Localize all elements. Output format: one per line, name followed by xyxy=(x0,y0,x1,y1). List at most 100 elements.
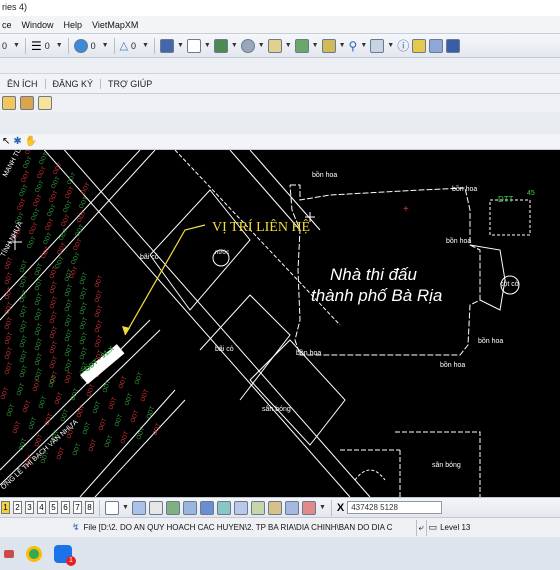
lot-label: ODT xyxy=(40,246,51,260)
lot-label: ODT xyxy=(79,286,89,300)
layers-icon[interactable] xyxy=(321,38,336,53)
chevron-down-icon[interactable]: ▼ xyxy=(360,42,367,49)
lot-label: ODT xyxy=(94,274,104,288)
chevron-down-icon[interactable]: ▼ xyxy=(204,42,211,49)
view-tab-6[interactable]: 6 xyxy=(61,501,70,514)
lot-label: ODT xyxy=(114,413,124,427)
chevron-down-icon[interactable]: ▼ xyxy=(339,42,346,49)
snap-icon[interactable] xyxy=(131,500,146,515)
lot-label: ODT xyxy=(94,304,104,318)
chevron-down-icon[interactable]: ▼ xyxy=(312,42,319,49)
lot-label: ODT xyxy=(60,214,71,228)
scale-icon[interactable] xyxy=(250,500,265,515)
refresh-icon[interactable] xyxy=(2,96,16,110)
status-bar: ↯ File [D:\2. DO AN QUY HOACH CAC HUYEN\… xyxy=(0,517,560,537)
chevron-down-icon[interactable]: ▼ xyxy=(122,504,129,511)
lot-label: ODT xyxy=(4,271,14,285)
app-icon[interactable] xyxy=(4,549,14,558)
chevron-down-icon[interactable]: ▼ xyxy=(102,42,109,49)
view-tab-2[interactable]: 2 xyxy=(13,501,22,514)
chevron-down-icon[interactable]: ▼ xyxy=(177,42,184,49)
status-separator xyxy=(415,519,417,536)
view-tab-7[interactable]: 7 xyxy=(73,501,82,514)
lot-label: ODT xyxy=(16,382,26,396)
fill-color-icon[interactable] xyxy=(73,38,88,53)
lot-label: ODT xyxy=(12,420,22,434)
lot-label: ODT xyxy=(48,190,59,204)
menu-item-vietmapxm[interactable]: VietMapXM xyxy=(92,20,138,30)
book-icon[interactable] xyxy=(20,96,34,110)
document-icon[interactable] xyxy=(186,38,201,53)
lock-icon[interactable]: ⤶ xyxy=(419,522,424,533)
grid-snap-icon[interactable] xyxy=(233,500,248,515)
plugin-icon[interactable] xyxy=(446,38,461,53)
menu-item-window[interactable]: Window xyxy=(22,20,54,30)
label-bon-hoa: bồn hoa xyxy=(446,238,472,245)
copy-icon[interactable] xyxy=(284,500,299,515)
info-icon[interactable]: ⓘ xyxy=(397,37,409,54)
page-icon[interactable] xyxy=(105,500,119,515)
menu-item-help[interactable]: Help xyxy=(64,20,83,30)
chevron-down-icon[interactable]: ▼ xyxy=(231,42,238,49)
map-canvas[interactable]: + ODT ODT ODT ODT ODT ODT ODT ODT ODT ODT ODT ODT OD… xyxy=(0,150,560,497)
chevron-down-icon[interactable]: ▼ xyxy=(142,42,149,49)
lot-label: ODT xyxy=(49,325,59,339)
rotate-icon[interactable] xyxy=(216,500,231,515)
image-icon[interactable] xyxy=(267,38,282,53)
mirror-icon[interactable] xyxy=(267,500,282,515)
lot-label: ODT xyxy=(28,416,38,430)
coordinate-input[interactable]: 437428 5128 xyxy=(347,501,443,514)
menu-item-service[interactable]: ce xyxy=(2,20,12,30)
chevron-down-icon[interactable]: ▼ xyxy=(258,42,265,49)
line-weight-icon[interactable]: ☰ xyxy=(31,39,42,53)
chevron-down-icon[interactable]: ▼ xyxy=(13,42,20,49)
line-style-value[interactable]: 0 xyxy=(2,41,10,51)
move-icon[interactable] xyxy=(182,500,197,515)
chevron-down-icon[interactable]: ▼ xyxy=(56,42,63,49)
grid-icon[interactable] xyxy=(294,38,309,53)
chat-app-icon[interactable]: 1 xyxy=(54,544,76,566)
identify-icon[interactable]: ✱ xyxy=(13,136,21,147)
cloud-icon[interactable] xyxy=(240,38,255,53)
table-icon[interactable] xyxy=(213,38,228,53)
view-icon[interactable] xyxy=(159,38,174,53)
stamp-icon[interactable] xyxy=(429,38,444,53)
zoom-icon[interactable]: ⚲ xyxy=(349,39,358,53)
lot-label: ODT xyxy=(18,437,28,451)
select-icon[interactable]: ↖ xyxy=(2,136,10,147)
line-weight-value[interactable]: 0 xyxy=(45,41,53,51)
chevron-down-icon[interactable]: ▼ xyxy=(387,42,394,49)
fill-value[interactable]: 0 xyxy=(91,41,99,51)
level-indicator[interactable]: Level 13 xyxy=(440,523,470,532)
chevron-down-icon[interactable]: ▼ xyxy=(319,504,326,511)
lot-label: ODT xyxy=(79,331,89,345)
chevron-down-icon[interactable]: ▼ xyxy=(285,42,292,49)
view-tab-1[interactable]: 1 xyxy=(1,501,10,514)
node-icon[interactable] xyxy=(165,500,180,515)
lot-label: ODT xyxy=(4,286,14,300)
measure-icon[interactable] xyxy=(370,38,385,53)
browser-icon[interactable] xyxy=(26,545,42,562)
lot-label: ODT xyxy=(64,313,74,327)
transparency-icon[interactable]: △ xyxy=(120,39,128,52)
toolbar-separator xyxy=(99,499,100,516)
pan-icon[interactable]: ✋ xyxy=(25,136,37,147)
note-icon[interactable] xyxy=(38,96,52,110)
view-tab-8[interactable]: 8 xyxy=(85,501,94,514)
arrow-icon[interactable] xyxy=(199,500,214,515)
transparency-value[interactable]: 0 xyxy=(131,41,139,51)
scissors-icon[interactable] xyxy=(148,500,163,515)
lot-label: ODT xyxy=(34,322,44,336)
view-tab-4[interactable]: 4 xyxy=(37,501,46,514)
lot-label: ODT xyxy=(34,307,44,321)
tab-register[interactable]: ĐĂNG KÝ xyxy=(46,78,102,89)
lot-label: ODT xyxy=(49,295,59,309)
view-tab-3[interactable]: 3 xyxy=(25,501,34,514)
view-tab-5[interactable]: 5 xyxy=(49,501,58,514)
search-icon[interactable] xyxy=(412,38,427,53)
delete-icon[interactable] xyxy=(301,500,316,515)
tab-utilities[interactable]: ÊN ÍCH xyxy=(0,78,46,89)
lot-label: ODT xyxy=(54,391,64,405)
lot-label: ODT xyxy=(70,252,81,266)
tab-help[interactable]: TRỢ GIÚP xyxy=(101,79,159,89)
